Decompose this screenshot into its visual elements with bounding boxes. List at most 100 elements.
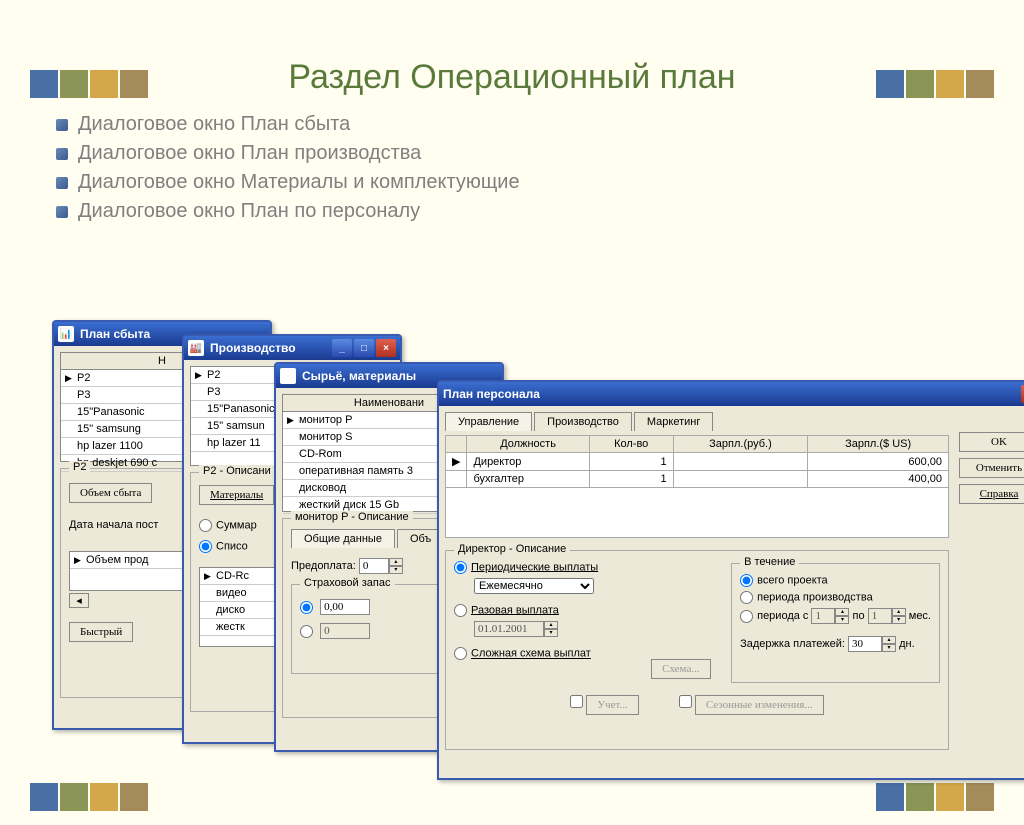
list-radio[interactable] (199, 540, 212, 553)
mat-row[interactable]: диско (216, 604, 245, 616)
season-check[interactable] (679, 695, 692, 708)
days-label: дн. (899, 638, 915, 650)
mat-row[interactable]: жестк (216, 621, 245, 633)
materials-tab[interactable]: Материалы (199, 485, 274, 505)
screenshot-area: 📊 План сбыта Н P2 P3 15"Panasonic 15" sa… (52, 320, 972, 800)
duration-label: В течение (740, 556, 799, 568)
list-item[interactable]: P2 (207, 369, 220, 381)
list-item[interactable]: 15"Panasonic (77, 406, 145, 418)
volume-row[interactable]: Объем прод (86, 554, 148, 566)
list-item[interactable]: hp lazer 1100 (77, 440, 143, 452)
list-item[interactable]: P3 (77, 389, 90, 401)
production-period-radio[interactable] (740, 591, 753, 604)
prod-label: периода производства (757, 591, 873, 603)
list-item[interactable]: жесткий диск 15 Gb (299, 499, 399, 511)
personnel-table[interactable]: ДолжностьКол-воЗарпл.(руб.)Зарпл.($ US) … (445, 435, 949, 538)
once-label: Разовая выплата (471, 604, 559, 616)
custom-period-radio[interactable] (740, 610, 753, 623)
spin-up[interactable]: ▴ (544, 621, 558, 629)
tab-marketing[interactable]: Маркетинг (634, 412, 713, 431)
stock-label: Страховой запас (300, 577, 395, 589)
stock-val2 (320, 623, 370, 639)
periodic-radio[interactable] (454, 561, 467, 574)
delay-input[interactable] (848, 636, 882, 652)
slide-title: Раздел Операционный план (0, 58, 1024, 97)
list-item[interactable]: P2 (77, 372, 90, 384)
titlebar[interactable]: План персонала × (439, 382, 1024, 406)
window-title: Производство (210, 341, 296, 355)
bullet-item: Диалоговое окно План сбыта (78, 113, 350, 136)
table-row: бухгалтер1400,00 (446, 471, 949, 488)
to-input (868, 608, 892, 624)
list-item[interactable]: монитор S (299, 431, 352, 443)
list-item[interactable]: hp lazer 11 (207, 437, 261, 449)
desc-group-title: Директор - Описание (454, 543, 570, 555)
list-item[interactable]: оперативная память 3 (299, 465, 413, 477)
window-title: Сырьё, материалы (302, 369, 416, 383)
window-title: План персонала (443, 387, 540, 401)
complex-label: Сложная схема выплат (471, 648, 591, 660)
stock-radio-2[interactable] (300, 625, 313, 638)
list-item[interactable]: монитор P (299, 414, 352, 426)
bullet-icon (56, 119, 68, 131)
spin-down[interactable]: ▾ (544, 629, 558, 637)
deco-top-right (876, 70, 994, 100)
to-label: по (853, 610, 865, 622)
list-item[interactable]: 15"Panasonic (207, 403, 275, 415)
group-title: монитор P - Описание (291, 511, 413, 523)
bullet-item: Диалоговое окно План по персоналу (78, 200, 420, 223)
stock-radio-1[interactable] (300, 601, 313, 614)
mat-row[interactable]: видео (216, 587, 247, 599)
from-label: периода с (757, 610, 808, 622)
acct-check[interactable] (570, 695, 583, 708)
tab-production[interactable]: Производство (534, 412, 632, 431)
close-button[interactable]: × (376, 339, 396, 357)
list-item[interactable]: 15" samsun (207, 420, 265, 432)
window-title: План сбыта (80, 327, 150, 341)
ok-button[interactable]: OK (959, 432, 1024, 452)
maximize-button[interactable]: □ (354, 339, 374, 357)
prepay-input[interactable] (359, 558, 389, 574)
help-button[interactable]: Справка (959, 484, 1024, 504)
window-personnel: План персонала × Управление Производство… (437, 380, 1024, 780)
bullet-list: Диалоговое окно План сбыта Диалоговое ок… (56, 113, 1024, 223)
date-input (474, 621, 544, 637)
list-item[interactable]: дисковод (299, 482, 346, 494)
once-radio[interactable] (454, 604, 467, 617)
bullet-item: Диалоговое окно План производства (78, 142, 421, 165)
tab-management[interactable]: Управление (445, 412, 532, 431)
season-button: Сезонные изменения... (695, 695, 824, 715)
bullet-icon (56, 206, 68, 218)
all-label: всего проекта (757, 574, 828, 586)
list-item[interactable]: CD-Rom (299, 448, 342, 460)
list-item[interactable]: 15" samsung (77, 423, 141, 435)
frequency-select[interactable]: Ежемесячно (474, 578, 594, 594)
summary-radio[interactable] (199, 519, 212, 532)
all-project-radio[interactable] (740, 574, 753, 587)
prepay-label: Предоплата: (291, 560, 356, 572)
spin-up[interactable]: ▴ (389, 558, 403, 566)
scroll-left[interactable]: ◂ (69, 593, 89, 608)
deco-top-left (30, 70, 148, 100)
month-label: мес. (909, 610, 931, 622)
spin-down[interactable]: ▾ (389, 566, 403, 574)
bullet-icon (56, 177, 68, 189)
complex-radio[interactable] (454, 647, 467, 660)
titlebar[interactable]: 🏭 Производство _ □ × (184, 336, 400, 360)
quick-button[interactable]: Быстрый (69, 622, 133, 642)
periodic-label: Периодические выплаты (471, 561, 598, 573)
volume-button[interactable]: Объем сбыта (69, 483, 152, 503)
tab-general[interactable]: Общие данные (291, 529, 395, 548)
list-label: Списо (216, 540, 248, 552)
mat-row[interactable]: CD-Rс (216, 570, 249, 582)
minimize-button[interactable]: _ (332, 339, 352, 357)
stock-val1[interactable] (320, 599, 370, 615)
app-icon: 🏭 (188, 340, 204, 356)
group-title: P2 - Описани (199, 465, 275, 477)
group-title: P2 (69, 461, 90, 473)
bullet-item: Диалоговое окно Материалы и комплектующи… (78, 171, 520, 194)
list-item[interactable]: P3 (207, 386, 220, 398)
app-icon: ⚙ (280, 368, 296, 384)
bullet-icon (56, 148, 68, 160)
cancel-button[interactable]: Отменить (959, 458, 1024, 478)
